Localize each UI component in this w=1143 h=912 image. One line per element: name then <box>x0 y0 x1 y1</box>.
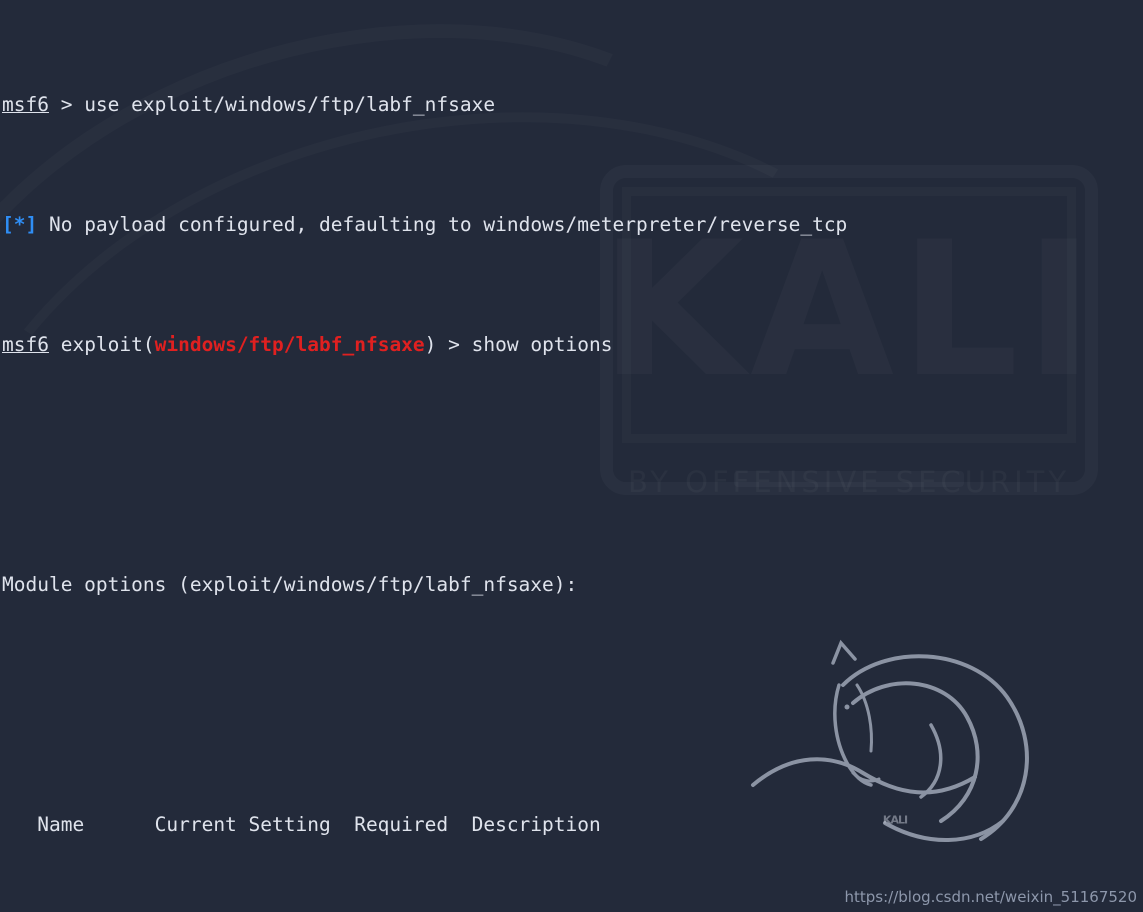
terminal-window: KALI BY OFFENSIVE SECURITY KALI msf6 > u… <box>0 0 1143 912</box>
command-show-options-text: ) > show options <box>424 333 613 356</box>
module-options-column-headers: Name Current Setting Required Descriptio… <box>2 813 601 836</box>
status-star-icon: [*] <box>2 213 38 236</box>
status-message-text: No payload configured, defaulting to win… <box>37 213 848 236</box>
command-line-use: msf6 > use exploit/windows/ftp/labf_nfsa… <box>0 90 1143 120</box>
csdn-blog-watermark: https://blog.csdn.net/weixin_51167520 <box>844 888 1137 906</box>
active-module-name: windows/ftp/labf_nfsaxe <box>154 333 425 356</box>
module-options-title: Module options (exploit/windows/ftp/labf… <box>2 573 578 596</box>
status-line-payload-default: [*] No payload configured, defaulting to… <box>0 210 1143 240</box>
command-use-text: > use exploit/windows/ftp/labf_nfsaxe <box>48 93 496 116</box>
prompt-host: msf6 <box>2 333 49 356</box>
prompt-exploit-text: exploit( <box>48 333 155 356</box>
command-line-show-options: msf6 exploit(windows/ftp/labf_nfsaxe) > … <box>0 330 1143 360</box>
prompt-host: msf6 <box>2 93 49 116</box>
terminal-output[interactable]: msf6 > use exploit/windows/ftp/labf_nfsa… <box>0 0 1143 912</box>
